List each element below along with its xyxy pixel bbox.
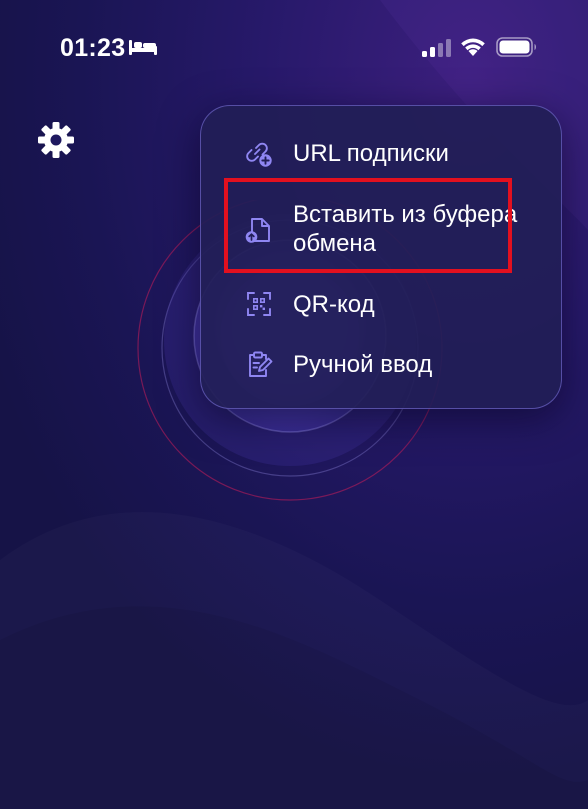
bed-icon bbox=[129, 40, 157, 55]
add-config-menu: URL подписки Вставить из буфера обмена Q… bbox=[200, 105, 562, 409]
status-time: 01:23 bbox=[60, 34, 126, 62]
wifi-icon bbox=[461, 38, 485, 56]
status-bar: 01:23 bbox=[0, 0, 588, 96]
menu-item-label: QR-код bbox=[293, 291, 375, 318]
clipboard-edit-icon bbox=[249, 351, 273, 377]
qr-scan-icon bbox=[247, 292, 271, 316]
link-plus-icon bbox=[246, 142, 272, 167]
menu-item-label: Вставить из буфера обмена bbox=[293, 201, 518, 257]
menu-item-label: URL подписки bbox=[293, 140, 449, 167]
battery-icon bbox=[496, 37, 536, 57]
menu-item-paste-from-clipboard[interactable]: Вставить из буфера обмена bbox=[201, 194, 563, 264]
menu-item-label: Ручной ввод bbox=[293, 351, 433, 378]
menu-item-manual-entry[interactable]: Ручной ввод bbox=[201, 344, 563, 384]
gear-icon[interactable] bbox=[37, 121, 75, 159]
menu-item-subscription-url[interactable]: URL подписки bbox=[201, 134, 563, 174]
menu-item-qr-code[interactable]: QR-код bbox=[201, 284, 563, 324]
cellular-signal-icon bbox=[422, 39, 451, 57]
file-upload-icon bbox=[245, 218, 270, 243]
